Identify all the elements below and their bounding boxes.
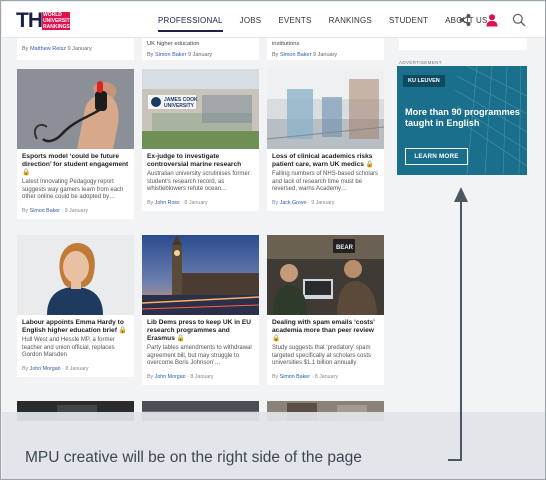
- card-date: 9 January: [311, 199, 335, 206]
- card-meta: By Simon Baker · 8 January: [272, 373, 338, 380]
- share-icon[interactable]: [458, 13, 472, 27]
- card-author[interactable]: John Morgan: [155, 374, 186, 380]
- card-excerpt: Study suggests that ‘predatory’ spam tar…: [272, 345, 372, 367]
- nav-student[interactable]: STUDENT: [389, 2, 428, 38]
- search-icon[interactable]: [512, 13, 526, 27]
- article-image-emma-hardy[interactable]: [17, 235, 134, 315]
- user-icon[interactable]: [485, 13, 499, 27]
- card-title[interactable]: Labour appoints Emma Hardy to English hi…: [17, 315, 134, 335]
- card-title[interactable]: Dealing with spam emails ‘costs’ academi…: [267, 315, 384, 343]
- main-nav: PROFESSIONAL JOBS EVENTS RANKINGS STUDEN…: [158, 2, 505, 38]
- card-excerpt: Latest Innovating Pedagogy report sugges…: [22, 179, 124, 201]
- card-excerpt: institutions: [272, 41, 300, 47]
- card-date: 9 January: [187, 52, 213, 58]
- article-image-spam-emails[interactable]: BEAR: [267, 235, 384, 315]
- card-author[interactable]: Simon Baker: [280, 52, 312, 58]
- card-excerpt: Party tables amendments to withdrawal ag…: [147, 345, 252, 367]
- card-date: 8 January: [65, 365, 89, 372]
- card-meta: By Simon Baker · 9 January: [22, 207, 88, 214]
- card-author[interactable]: Matthew Reisz: [30, 46, 66, 52]
- card-meta: By Jack Grove · 9 January: [272, 199, 335, 206]
- article-image-esports[interactable]: [17, 69, 134, 149]
- article-card[interactable]: Esports model ‘could be future direction…: [17, 69, 134, 219]
- learn-more-button[interactable]: LEARN MORE: [405, 148, 468, 165]
- nav-professional[interactable]: PROFESSIONAL: [158, 2, 223, 38]
- article-card-partial[interactable]: institutions By Simon Baker 9 January: [267, 38, 384, 60]
- site-header: THE WORLD UNIVERSITY RANKINGS PROFESSION…: [2, 2, 545, 38]
- article-card[interactable]: JAMES COOK UNIVERSITY Ex-judge to invest…: [142, 69, 259, 211]
- card-date: 8 January: [190, 373, 214, 380]
- article-card[interactable]: Labour appoints Emma Hardy to English hi…: [17, 235, 134, 377]
- the-logo[interactable]: THE WORLD UNIVERSITY RANKINGS: [16, 10, 74, 32]
- card-meta: By Simon Baker 9 January: [147, 52, 213, 58]
- header-icons: [458, 13, 526, 27]
- card-author[interactable]: Jack Grove: [280, 200, 307, 206]
- svg-text:UNIVERSITY: UNIVERSITY: [164, 103, 195, 109]
- sidebar-block: [399, 38, 527, 50]
- nav-rankings[interactable]: RANKINGS: [329, 2, 372, 38]
- card-date: 8 January: [184, 199, 208, 206]
- article-card[interactable]: BEAR Dealing with spam emails ‘costs’ ac…: [267, 235, 384, 385]
- annotation-caption: MPU creative will be on the right side o…: [25, 449, 362, 466]
- ad-brand-badge: KU LEUVEN: [403, 75, 445, 87]
- card-meta: By Simon Baker 9 January: [272, 52, 338, 58]
- article-card[interactable]: Loss of clinical academics risks patient…: [267, 69, 384, 211]
- card-author[interactable]: Simon Baker: [30, 208, 60, 214]
- card-author[interactable]: Simon Baker: [280, 374, 310, 380]
- article-image-hospital[interactable]: [267, 69, 384, 149]
- card-date: 8 January: [314, 373, 338, 380]
- article-card-partial[interactable]: By Matthew Reisz 9 January: [17, 38, 134, 60]
- svg-text:BEAR: BEAR: [336, 245, 354, 251]
- article-image-big-ben[interactable]: [142, 235, 259, 315]
- card-excerpt: UK higher education: [147, 41, 200, 47]
- screenshot-frame: THE WORLD UNIVERSITY RANKINGS PROFESSION…: [0, 0, 546, 480]
- nav-events[interactable]: EVENTS: [278, 2, 311, 38]
- card-date: 9 January: [64, 207, 88, 214]
- card-title[interactable]: Esports model ‘could be future direction…: [17, 149, 134, 177]
- article-card-partial[interactable]: UK higher education By Simon Baker 9 Jan…: [142, 38, 259, 60]
- card-author[interactable]: Simon Baker: [155, 52, 187, 58]
- card-author[interactable]: John Ross: [155, 200, 180, 206]
- card-meta: By John Morgan · 8 January: [147, 373, 214, 380]
- card-title[interactable]: Ex-judge to investigate controversial ma…: [142, 149, 259, 169]
- ad-headline: More than 90 programmes taught in Englis…: [405, 107, 520, 128]
- article-image-jcu[interactable]: JAMES COOK UNIVERSITY: [142, 69, 259, 149]
- card-excerpt: Falling numbers of NHS-based scholars an…: [272, 171, 379, 193]
- caption-overlay: [2, 412, 545, 479]
- advertisement-label: ADVERTISEMENT: [399, 60, 442, 65]
- card-date: 9 January: [312, 52, 338, 58]
- card-date: 9 January: [67, 46, 92, 52]
- card-author[interactable]: John Morgan: [30, 366, 61, 372]
- card-excerpt: Australian university scrutinises former…: [147, 171, 250, 193]
- card-excerpt: Hull West and Hessle MP, a former teache…: [22, 337, 115, 359]
- card-meta: By Matthew Reisz 9 January: [22, 46, 92, 52]
- article-card[interactable]: Lib Dems press to keep UK in EU research…: [142, 235, 259, 385]
- logo-subtitle: WORLD UNIVERSITY RANKINGS: [42, 12, 74, 30]
- nav-jobs[interactable]: JOBS: [240, 2, 262, 38]
- card-title[interactable]: Loss of clinical academics risks patient…: [267, 149, 384, 169]
- card-title[interactable]: Lib Dems press to keep UK in EU research…: [142, 315, 259, 343]
- card-meta: By John Ross · 8 January: [147, 199, 208, 206]
- card-meta: By John Morgan · 8 January: [22, 365, 89, 372]
